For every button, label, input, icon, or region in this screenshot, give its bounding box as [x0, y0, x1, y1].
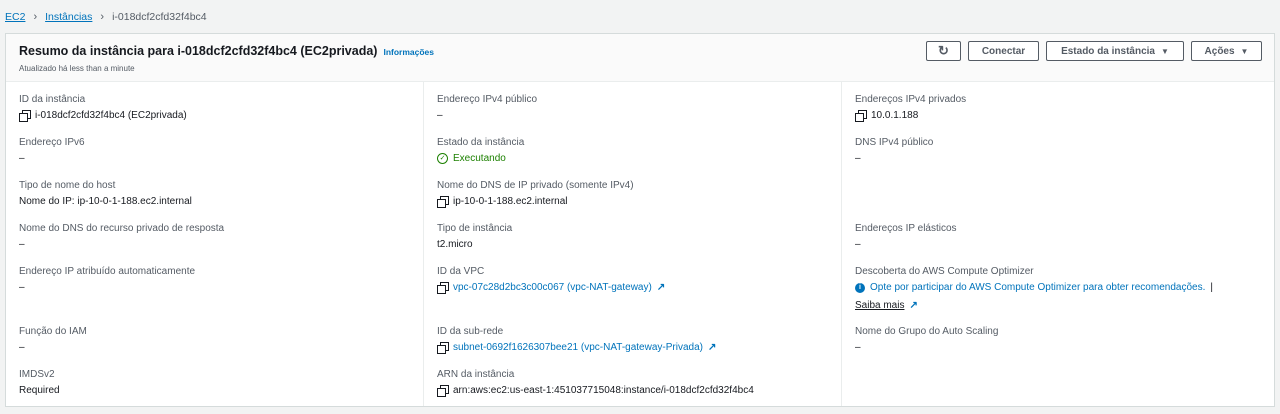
field-label: Nome do DNS do recurso privado de respos…	[19, 223, 225, 234]
field-value: –	[19, 342, 25, 353]
field-label: Endereço IPv4 público	[437, 94, 538, 105]
last-updated-text: Atualizado há less than a minute	[19, 64, 135, 73]
field-public-dns: DNS IPv4 público –	[855, 136, 1255, 165]
field-label: ID da instância	[19, 94, 86, 105]
field-compute-optimizer: Descoberta do AWS Compute Optimizer i Op…	[855, 265, 1255, 312]
field-label: Endereço IP atribuído automaticamente	[19, 266, 196, 277]
copy-icon[interactable]	[437, 282, 449, 294]
separator: |	[1210, 282, 1213, 293]
breadcrumb: EC2 › Instâncias › i-018dcf2cfd32f4bc4	[5, 10, 207, 24]
external-link-icon[interactable]: ↗	[657, 281, 665, 294]
field-value: –	[437, 110, 443, 121]
refresh-button[interactable]: ↻	[926, 41, 961, 61]
field-value: Nome do IP: ip-10-0-1-188.ec2.internal	[19, 196, 192, 207]
field-label: DNS IPv4 público	[855, 137, 934, 148]
field-arn: ARN da instância arn:aws:ec2:us-east-1:4…	[437, 368, 837, 397]
field-label: IMDSv2	[19, 369, 55, 380]
field-private-dns: Nome do DNS de IP privado (somente IPv4)…	[437, 179, 837, 208]
field-public-ipv4: Endereço IPv4 público –	[437, 93, 837, 122]
copy-icon[interactable]	[437, 385, 449, 397]
chevron-right-icon: ›	[33, 11, 38, 23]
field-imdsv2: IMDSv2 Required	[19, 368, 419, 397]
field-asg: Nome do Grupo do Auto Scaling –	[855, 325, 1255, 354]
subnet-id-link[interactable]: subnet-0692f1626307bee21 (vpc-NAT-gatewa…	[453, 341, 703, 354]
field-label: Endereços IPv4 privados	[855, 94, 967, 105]
field-label: Descoberta do AWS Compute Optimizer	[855, 266, 1034, 277]
connect-button[interactable]: Conectar	[968, 41, 1039, 61]
optimizer-opt-in-link[interactable]: Opte por participar do AWS Compute Optim…	[870, 281, 1205, 294]
instance-summary-panel: Resumo da instância para i-018dcf2cfd32f…	[5, 33, 1275, 407]
status-running: Executando	[453, 153, 506, 164]
field-value: –	[19, 282, 25, 293]
field-label: Nome do DNS de IP privado (somente IPv4)	[437, 180, 634, 191]
field-value: –	[855, 239, 861, 250]
field-private-ipv4: Endereços IPv4 privados 10.0.1.188	[855, 93, 1255, 122]
external-link-icon[interactable]: ↗	[909, 299, 917, 312]
chevron-right-icon: ›	[100, 11, 105, 23]
header-actions: ↻ Conectar Estado da instância ▼ Ações ▼	[926, 41, 1262, 61]
field-label: Estado da instância	[437, 137, 525, 148]
copy-icon[interactable]	[437, 196, 449, 208]
field-instance-state: Estado da instância ✓ Executando	[437, 136, 837, 165]
field-vpc-id: ID da VPC vpc-07c28d2bc3c00c067 (vpc-NAT…	[437, 265, 837, 294]
refresh-icon: ↻	[938, 43, 949, 58]
details-column-2: Endereço IPv4 público – Estado da instân…	[424, 82, 842, 406]
learn-more-link[interactable]: Saiba mais	[855, 299, 904, 312]
caret-down-icon: ▼	[1240, 46, 1249, 56]
page-title: Resumo da instância para i-018dcf2cfd32f…	[19, 44, 378, 58]
private-ipv4-value: 10.0.1.188	[871, 110, 919, 121]
instance-state-label: Estado da instância	[1061, 45, 1155, 57]
field-value: t2.micro	[437, 239, 473, 250]
field-label: Tipo de nome do host	[19, 180, 116, 191]
field-iam-role: Função do IAM –	[19, 325, 419, 354]
breadcrumb-instances-link[interactable]: Instâncias	[45, 11, 92, 23]
arn-value: arn:aws:ec2:us-east-1:451037715048:insta…	[453, 385, 754, 396]
field-value: –	[855, 153, 861, 164]
field-label: ARN da instância	[437, 369, 515, 380]
field-instance-id: ID da instância i-018dcf2cfd32f4bc4 (EC2…	[19, 93, 419, 122]
field-label: Endereço IPv6	[19, 137, 85, 148]
field-subnet-id: ID da sub-rede subnet-0692f1626307bee21 …	[437, 325, 837, 354]
field-value: Required	[19, 385, 60, 396]
actions-dropdown[interactable]: Ações ▼	[1191, 41, 1262, 61]
field-auto-ip: Endereço IP atribuído automaticamente –	[19, 265, 419, 294]
info-icon: i	[855, 282, 865, 293]
field-value: –	[19, 153, 25, 164]
field-label: Nome do Grupo do Auto Scaling	[855, 326, 999, 337]
details-column-1: ID da instância i-018dcf2cfd32f4bc4 (EC2…	[6, 82, 424, 406]
copy-icon[interactable]	[855, 110, 867, 122]
field-instance-type: Tipo de instância t2.micro	[437, 222, 837, 251]
vpc-id-link[interactable]: vpc-07c28d2bc3c00c067 (vpc-NAT-gateway)	[453, 281, 652, 294]
breadcrumb-ec2-link[interactable]: EC2	[5, 11, 25, 23]
check-circle-icon: ✓	[437, 153, 448, 164]
copy-icon[interactable]	[437, 342, 449, 354]
field-value: –	[855, 342, 861, 353]
details-column-3: Endereços IPv4 privados 10.0.1.188 DNS I…	[842, 82, 1260, 406]
field-private-dns-response: Nome do DNS do recurso privado de respos…	[19, 222, 419, 251]
breadcrumb-current: i-018dcf2cfd32f4bc4	[112, 11, 207, 23]
field-value: –	[19, 239, 25, 250]
external-link-icon[interactable]: ↗	[708, 341, 716, 354]
field-label: Endereços IP elásticos	[855, 223, 957, 234]
caret-down-icon: ▼	[1161, 46, 1169, 56]
instance-state-dropdown[interactable]: Estado da instância ▼	[1046, 41, 1184, 61]
actions-label: Ações	[1204, 45, 1235, 57]
field-label: ID da sub-rede	[437, 326, 504, 337]
info-link[interactable]: Informações	[383, 47, 434, 57]
copy-icon[interactable]	[19, 110, 31, 122]
field-hostname-type: Tipo de nome do host Nome do IP: ip-10-0…	[19, 179, 419, 208]
instance-id-value: i-018dcf2cfd32f4bc4 (EC2privada)	[35, 110, 187, 121]
private-dns-value: ip-10-0-1-188.ec2.internal	[453, 196, 568, 207]
field-label: Função do IAM	[19, 326, 87, 337]
field-elastic-ip: Endereços IP elásticos –	[855, 222, 1255, 251]
field-ipv6: Endereço IPv6 –	[19, 136, 419, 165]
field-label: ID da VPC	[437, 266, 485, 277]
field-label: Tipo de instância	[437, 223, 513, 234]
panel-header: Resumo da instância para i-018dcf2cfd32f…	[6, 34, 1274, 82]
